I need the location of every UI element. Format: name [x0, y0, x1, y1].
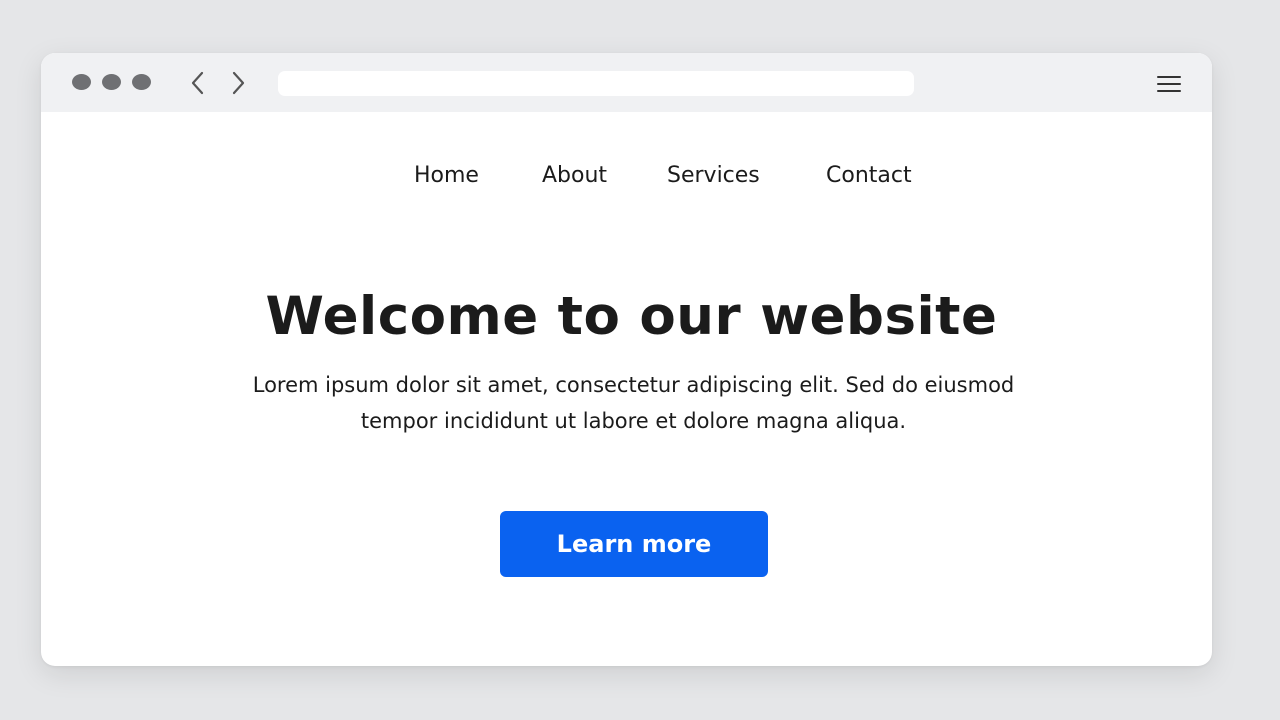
- chevron-left-icon: [191, 71, 204, 95]
- chevron-right-icon: [232, 71, 245, 95]
- nav-link-services[interactable]: Services: [667, 159, 760, 193]
- nav-link-home[interactable]: Home: [414, 159, 479, 193]
- address-bar[interactable]: [278, 71, 914, 96]
- browser-window: Home About Services Contact Welcome to o…: [41, 53, 1212, 666]
- hero-description: Lorem ipsum dolor sit amet, consectetur …: [252, 373, 1015, 433]
- browser-toolbar: [41, 53, 1212, 112]
- nav-link-contact[interactable]: Contact: [826, 159, 912, 193]
- window-control-dot[interactable]: [72, 74, 91, 90]
- hero-title: Welcome to our website: [265, 286, 998, 347]
- main-nav: Home About Services Contact: [41, 159, 1212, 193]
- window-control-dot[interactable]: [102, 74, 121, 90]
- hamburger-menu-icon[interactable]: [1155, 72, 1183, 96]
- nav-link-about[interactable]: About: [542, 159, 607, 193]
- window-control-dot[interactable]: [132, 74, 151, 90]
- forward-button[interactable]: [227, 70, 249, 96]
- learn-more-button[interactable]: Learn more: [500, 511, 768, 577]
- back-button[interactable]: [187, 70, 209, 96]
